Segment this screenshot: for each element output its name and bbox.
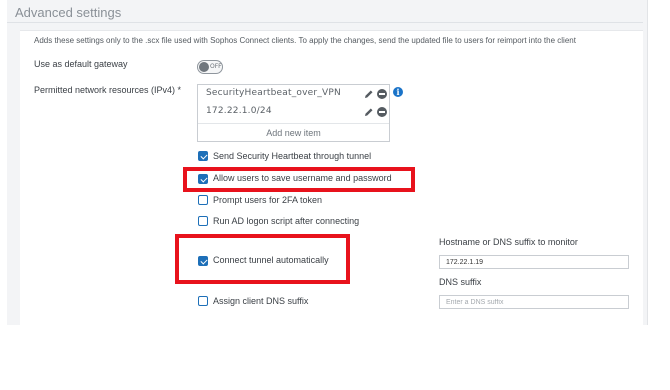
assign-dns-suffix-label: Assign client DNS suffix [213,296,309,306]
remove-icon[interactable] [377,107,387,117]
monitor-host-input[interactable] [440,256,628,268]
list-item-value: SecurityHeartbeat_over_VPN [206,88,341,98]
dns-suffix-field[interactable] [439,295,629,309]
toggle-knob [199,62,209,72]
save-credentials-checkbox[interactable] [198,174,208,184]
section-divider [7,22,643,23]
section-hint: Adds these settings only to the .scx fil… [34,36,576,45]
list-item-value: 172.22.1.0/24 [206,106,272,116]
info-icon[interactable]: i [393,87,403,97]
list-item: 172.22.1.0/24 [198,103,389,121]
dns-suffix-input[interactable] [440,296,628,308]
permitted-resources-list: SecurityHeartbeat_over_VPN 172.22.1.0/24… [197,84,390,142]
add-new-item-button[interactable]: Add new item [198,123,389,142]
list-item: SecurityHeartbeat_over_VPN [198,85,389,103]
default-gateway-label: Use as default gateway [34,59,128,69]
send-heartbeat-checkbox[interactable] [198,151,208,161]
monitor-host-label: Hostname or DNS suffix to monitor [439,237,578,247]
assign-dns-suffix-checkbox[interactable] [198,296,208,306]
toggle-state-text: OFF [210,63,222,70]
monitor-host-field[interactable] [439,255,629,269]
ad-logon-script-checkbox[interactable] [198,216,208,226]
prompt-2fa-label: Prompt users for 2FA token [213,195,323,205]
send-heartbeat-label: Send Security Heartbeat through tunnel [213,151,372,161]
prompt-2fa-checkbox[interactable] [198,195,208,205]
permitted-resources-label: Permitted network resources (IPv4) * [34,85,182,95]
edit-pencil-icon[interactable] [364,89,374,99]
save-credentials-label: Allow users to save username and passwor… [213,173,392,183]
connect-automatically-checkbox[interactable] [198,256,208,266]
remove-icon[interactable] [377,89,387,99]
edit-pencil-icon[interactable] [364,107,374,117]
connect-automatically-label: Connect tunnel automatically [213,255,329,265]
default-gateway-toggle[interactable]: OFF [197,60,223,74]
section-title: Advanced settings [15,5,122,20]
dns-suffix-label: DNS suffix [439,277,482,287]
ad-logon-script-label: Run AD logon script after connecting [213,216,360,226]
